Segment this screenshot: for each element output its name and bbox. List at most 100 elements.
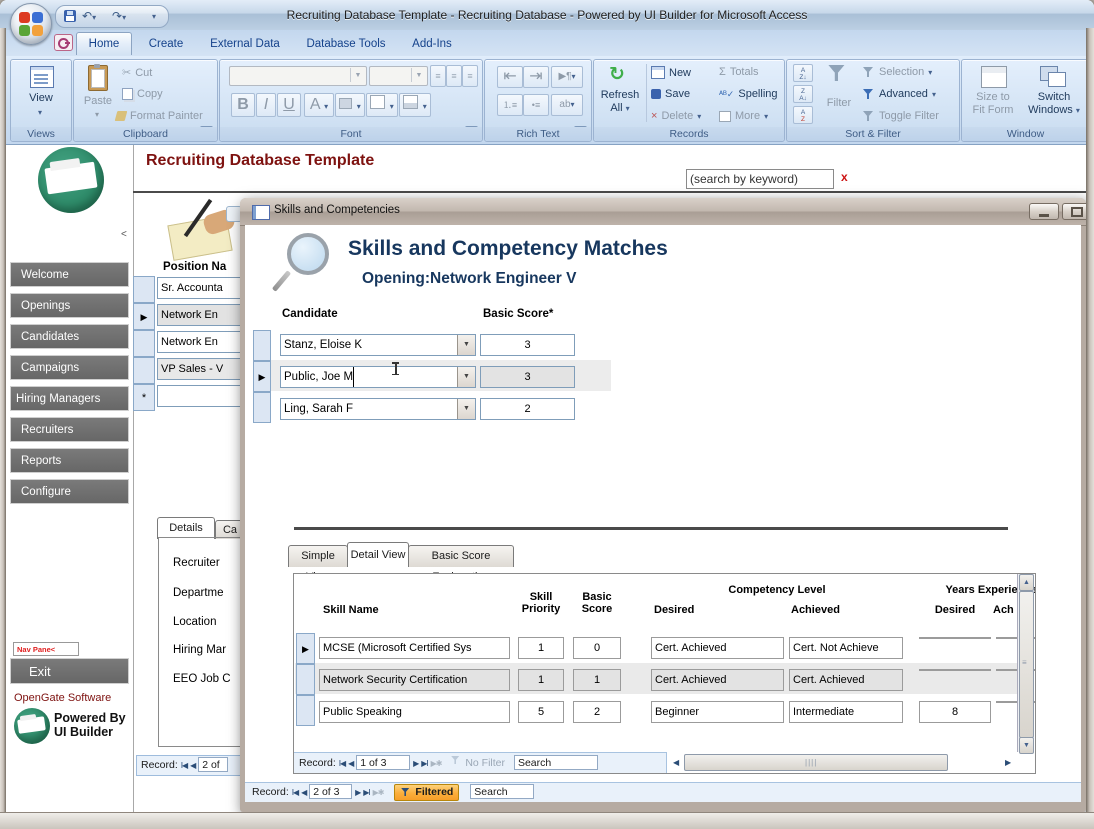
totals-button[interactable]: Σ Totals: [719, 66, 759, 78]
position-field[interactable]: VP Sales - V: [157, 358, 243, 380]
bg-first-record-icon[interactable]: Ⅰ◀: [181, 761, 188, 770]
filtered-toggle-button[interactable]: Filtered: [394, 783, 460, 801]
tab-simple-view[interactable]: Simple View: [288, 545, 348, 583]
bullet-list-button[interactable]: •≡: [523, 94, 549, 116]
achieved-cell[interactable]: Cert. Achieved: [789, 669, 903, 691]
basic-score-field[interactable]: 3: [480, 334, 575, 356]
subform-record-position[interactable]: 1 of 3: [356, 755, 411, 770]
tab-add-ins[interactable]: Add-Ins: [402, 33, 462, 55]
sidebar-item-campaigns[interactable]: Campaigns: [10, 355, 129, 380]
office-button[interactable]: [10, 3, 52, 45]
skill-name-cell[interactable]: Network Security Certification: [319, 669, 510, 691]
position-field[interactable]: Sr. Accounta: [157, 277, 243, 299]
bg-tab-details[interactable]: Details: [157, 517, 215, 539]
candidate-combobox-focused[interactable]: Public, Joe M ▼: [280, 366, 476, 388]
achieved-cell[interactable]: Intermediate: [789, 701, 903, 723]
last-record-button[interactable]: ▶Ⅰ: [363, 788, 370, 797]
superscript-button[interactable]: ab▾: [551, 94, 583, 116]
redo-icon[interactable]: ↷▾: [112, 6, 126, 28]
new-record-nav-button[interactable]: ▶✱: [373, 788, 385, 797]
candidate-combobox[interactable]: Stanz, Eloise K ▼: [280, 334, 476, 356]
combo-caret-icon[interactable]: ▼: [457, 367, 475, 387]
bg-record-position[interactable]: 2 of: [198, 757, 229, 772]
toggle-filter-button[interactable]: Toggle Filter: [863, 110, 939, 122]
sidebar-item-recruiters[interactable]: Recruiters: [10, 417, 129, 442]
refresh-all-button[interactable]: ↻ Refresh All ▾: [598, 63, 642, 125]
prev-record-button[interactable]: ◀: [301, 788, 307, 797]
font-name-combobox[interactable]: ▼: [229, 66, 367, 86]
horizontal-scrollbar[interactable]: ◀ |||| ▶: [667, 752, 1017, 773]
desired-cell[interactable]: Beginner: [651, 701, 784, 723]
tab-create[interactable]: Create: [140, 33, 192, 55]
horizontal-scroll-thumb[interactable]: ||||: [684, 754, 948, 771]
sidebar-item-openings[interactable]: Openings: [10, 293, 129, 318]
desired-cell[interactable]: Cert. Achieved: [651, 637, 784, 659]
next-record-button[interactable]: ▶: [355, 788, 361, 797]
size-to-fit-form-button[interactable]: Size to Fit Form: [965, 63, 1021, 125]
hscroll-right-button[interactable]: ▶: [1005, 758, 1011, 767]
clear-sort-button[interactable]: AZ: [793, 106, 813, 124]
scroll-up-button[interactable]: ▲: [1019, 574, 1034, 591]
vertical-scroll-thumb[interactable]: ≡: [1019, 591, 1034, 738]
new-record-nav-button[interactable]: ▶✱: [431, 759, 443, 768]
switch-windows-button[interactable]: Switch Windows ▾: [1024, 63, 1084, 125]
clear-search-button[interactable]: x: [841, 170, 848, 184]
sidebar-item-configure[interactable]: Configure: [10, 479, 129, 504]
basic-score-cell[interactable]: 2: [573, 701, 621, 723]
copy-button[interactable]: Copy: [122, 88, 163, 100]
skill-name-cell[interactable]: MCSE (Microsoft Certified Sys: [319, 637, 510, 659]
first-record-button[interactable]: Ⅰ◀: [339, 759, 346, 768]
format-painter-button[interactable]: Format Painter: [114, 110, 203, 122]
increase-indent-button[interactable]: ⇥: [523, 66, 549, 88]
font-color-button[interactable]: A ▾: [304, 93, 334, 117]
basic-score-field[interactable]: 2: [480, 398, 575, 420]
text-direction-button[interactable]: ▶¶▾: [551, 66, 583, 88]
bg-row-selector[interactable]: [133, 276, 155, 303]
combo-caret-icon[interactable]: ▼: [457, 335, 475, 355]
save-record-button[interactable]: Save: [651, 88, 690, 100]
dialog-record-position[interactable]: 2 of 3: [309, 784, 353, 799]
decrease-indent-button[interactable]: ⇤: [497, 66, 523, 88]
tab-detail-view[interactable]: Detail View: [347, 542, 409, 567]
basic-score-cell[interactable]: 1: [573, 669, 621, 691]
sidebar-item-reports[interactable]: Reports: [10, 448, 129, 473]
more-button[interactable]: More ▾: [719, 110, 768, 122]
undo-icon[interactable]: ↶▾: [82, 6, 96, 28]
nav-pane-toggle[interactable]: Nav Pane<: [13, 642, 79, 656]
candidate-row-selector-current[interactable]: ▶: [253, 361, 271, 392]
bg-new-row-selector[interactable]: *: [133, 384, 155, 411]
tab-external-data[interactable]: External Data: [200, 33, 290, 55]
vertical-scrollbar[interactable]: ▲ ≡ ▼: [1017, 574, 1034, 754]
skill-name-cell[interactable]: Public Speaking: [319, 701, 510, 723]
no-filter-label[interactable]: No Filter: [465, 757, 505, 769]
sidebar-item-welcome[interactable]: Welcome: [10, 262, 129, 287]
italic-button[interactable]: I: [256, 93, 276, 117]
tab-basic-score-explanation[interactable]: Basic Score Explanation: [408, 545, 514, 583]
years-desired-cell[interactable]: [919, 637, 991, 639]
dialog-minimize-button[interactable]: [1029, 203, 1059, 220]
candidate-combobox[interactable]: Ling, Sarah F ▼: [280, 398, 476, 420]
keyword-search-input[interactable]: (search by keyword): [686, 169, 834, 189]
filter-button[interactable]: Filter: [819, 63, 859, 125]
delete-record-button[interactable]: × Delete ▾: [651, 110, 701, 122]
underline-button[interactable]: U: [277, 93, 301, 117]
paste-button[interactable]: Paste ▾: [80, 63, 116, 125]
basic-score-cell[interactable]: 0: [573, 637, 621, 659]
basic-score-field[interactable]: 3: [480, 366, 575, 388]
cut-button[interactable]: ✂ Cut: [122, 66, 152, 80]
bg-prev-record-icon[interactable]: ◀: [190, 761, 196, 770]
bg-row-selector[interactable]: [133, 330, 155, 357]
last-record-button[interactable]: ▶Ⅰ: [421, 759, 428, 768]
first-record-button[interactable]: Ⅰ◀: [292, 788, 299, 797]
years-desired-cell[interactable]: 8: [919, 701, 991, 723]
advanced-filter-button[interactable]: Advanced ▾: [863, 88, 936, 100]
achieved-cell[interactable]: Cert. Not Achieve: [789, 637, 903, 659]
new-record-button[interactable]: New: [651, 66, 691, 79]
bg-row-selector[interactable]: [133, 357, 155, 384]
tab-database-tools[interactable]: Database Tools: [296, 33, 396, 55]
candidate-row-selector[interactable]: [253, 330, 271, 361]
skill-priority-cell[interactable]: 1: [518, 669, 564, 691]
skill-row-selector[interactable]: [296, 664, 315, 695]
years-desired-cell[interactable]: [919, 669, 991, 671]
sort-ascending-button[interactable]: A Z↓: [793, 64, 813, 82]
